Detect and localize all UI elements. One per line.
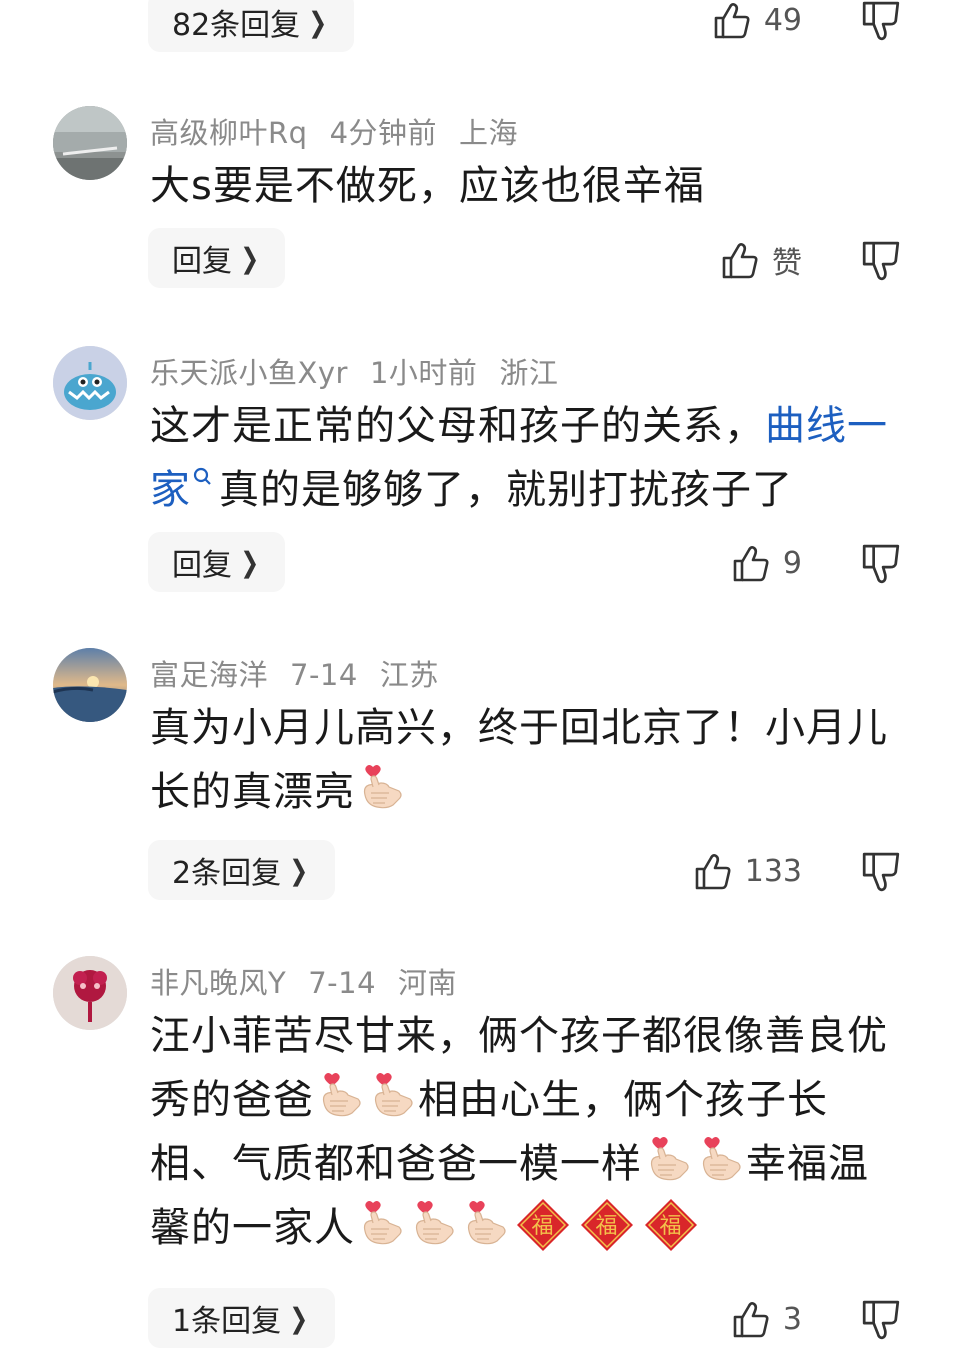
username[interactable]: 非凡晚风Y (150, 966, 286, 1000)
reply-count-button[interactable]: 1条回复 ❯ (148, 1288, 335, 1348)
thumbs-down-icon[interactable] (860, 0, 902, 42)
comment-time: 7-14 (290, 658, 358, 692)
comment-text: 汪小菲苦尽甘来，俩个孩子都很像善良优秀的爸爸 相由心生，俩个孩子长相、气质都和爸爸… (150, 1013, 888, 1253)
avatar[interactable] (53, 106, 127, 180)
reply-label: 回复 (172, 548, 232, 583)
like-button[interactable]: 赞 (720, 235, 802, 285)
like-button[interactable]: 49 (712, 0, 802, 45)
comment-time: 7-14 (308, 966, 377, 1000)
reply-button[interactable]: 回复 ❯ (148, 532, 286, 592)
like-count: 9 (782, 545, 802, 581)
svg-text:福: 福 (531, 1214, 554, 1239)
like-count: 49 (763, 2, 802, 38)
chevron-right-icon: ❯ (289, 1301, 309, 1335)
comment-time: 1小时前 (369, 356, 478, 390)
svg-text:福: 福 (595, 1214, 618, 1239)
reply-count-button[interactable]: 82条回复 ❯ (148, 0, 354, 52)
comment-meta: 高级柳叶Rq 4分钟前 上海 (150, 110, 540, 152)
finger-heart-icon (650, 1137, 689, 1181)
comment-location: 河南 (398, 966, 458, 1000)
comment-location: 江苏 (379, 658, 439, 692)
reply-label: 2条回复 (172, 856, 282, 891)
fu-diamond-icon: 福 (579, 1197, 635, 1253)
finger-heart-icon (363, 765, 402, 809)
like-count: 3 (782, 1301, 802, 1337)
fu-diamond-icon: 福 (515, 1197, 571, 1253)
comment-time: 4分钟前 (329, 116, 438, 150)
thumbs-up-icon (722, 243, 758, 279)
reply-label: 82条回复 (172, 8, 301, 43)
search-icon[interactable] (193, 467, 213, 491)
comment-meta: 富足海洋 7-14 江苏 (150, 652, 461, 694)
finger-heart-icon (415, 1201, 454, 1245)
comment-text: 大s要是不做死，应该也很辛福 (150, 163, 705, 209)
avatar[interactable] (53, 346, 127, 420)
thumbs-down-icon[interactable] (860, 851, 902, 893)
like-count: 133 (744, 853, 802, 889)
avatar[interactable] (53, 956, 127, 1030)
like-count: 赞 (772, 246, 802, 281)
thumbs-down-icon[interactable] (860, 1299, 902, 1341)
thumbs-up-icon (733, 1302, 769, 1338)
chevron-right-icon: ❯ (240, 241, 260, 275)
finger-heart-icon (702, 1137, 741, 1181)
username[interactable]: 富足海洋 (150, 658, 268, 692)
finger-heart-icon (374, 1073, 413, 1117)
chevron-right-icon: ❯ (289, 853, 309, 887)
chevron-right-icon: ❯ (308, 5, 328, 39)
finger-heart-icon (363, 1201, 402, 1245)
comment-meta: 乐天派小鱼Xyr 1小时前 浙江 (150, 350, 580, 392)
comment-location: 浙江 (499, 356, 559, 390)
reply-button[interactable]: 回复 ❯ (148, 228, 286, 288)
like-button[interactable]: 133 (693, 846, 802, 896)
thumbs-up-icon (733, 546, 769, 582)
comment-text: 真为小月儿高兴，终于回北京了！小月儿长的真漂亮 (150, 705, 888, 815)
reply-label: 回复 (172, 244, 232, 279)
reply-label: 1条回复 (172, 1304, 282, 1339)
thumbs-down-icon[interactable] (860, 543, 902, 585)
chevron-right-icon: ❯ (240, 545, 260, 579)
comment-location: 上海 (459, 116, 519, 150)
reply-count-button[interactable]: 2条回复 ❯ (148, 840, 335, 900)
thumbs-up-icon (695, 854, 731, 890)
fu-diamond-icon: 福 (643, 1197, 699, 1253)
comment-text: 这才是正常的父母和孩子的关系，曲线一家 真的是够够了，就别打扰孩子了 (150, 403, 888, 513)
like-button[interactable]: 9 (731, 538, 802, 588)
username[interactable]: 高级柳叶Rq (150, 116, 308, 150)
finger-heart-icon (467, 1201, 506, 1245)
thumbs-up-icon (714, 3, 750, 39)
finger-heart-icon (322, 1073, 361, 1117)
username[interactable]: 乐天派小鱼Xyr (150, 356, 348, 390)
like-button[interactable]: 3 (731, 1294, 802, 1344)
avatar[interactable] (53, 648, 127, 722)
comment-meta: 非凡晚风Y 7-14 河南 (150, 960, 479, 1002)
thumbs-down-icon[interactable] (860, 240, 902, 282)
svg-text:福: 福 (659, 1214, 682, 1239)
